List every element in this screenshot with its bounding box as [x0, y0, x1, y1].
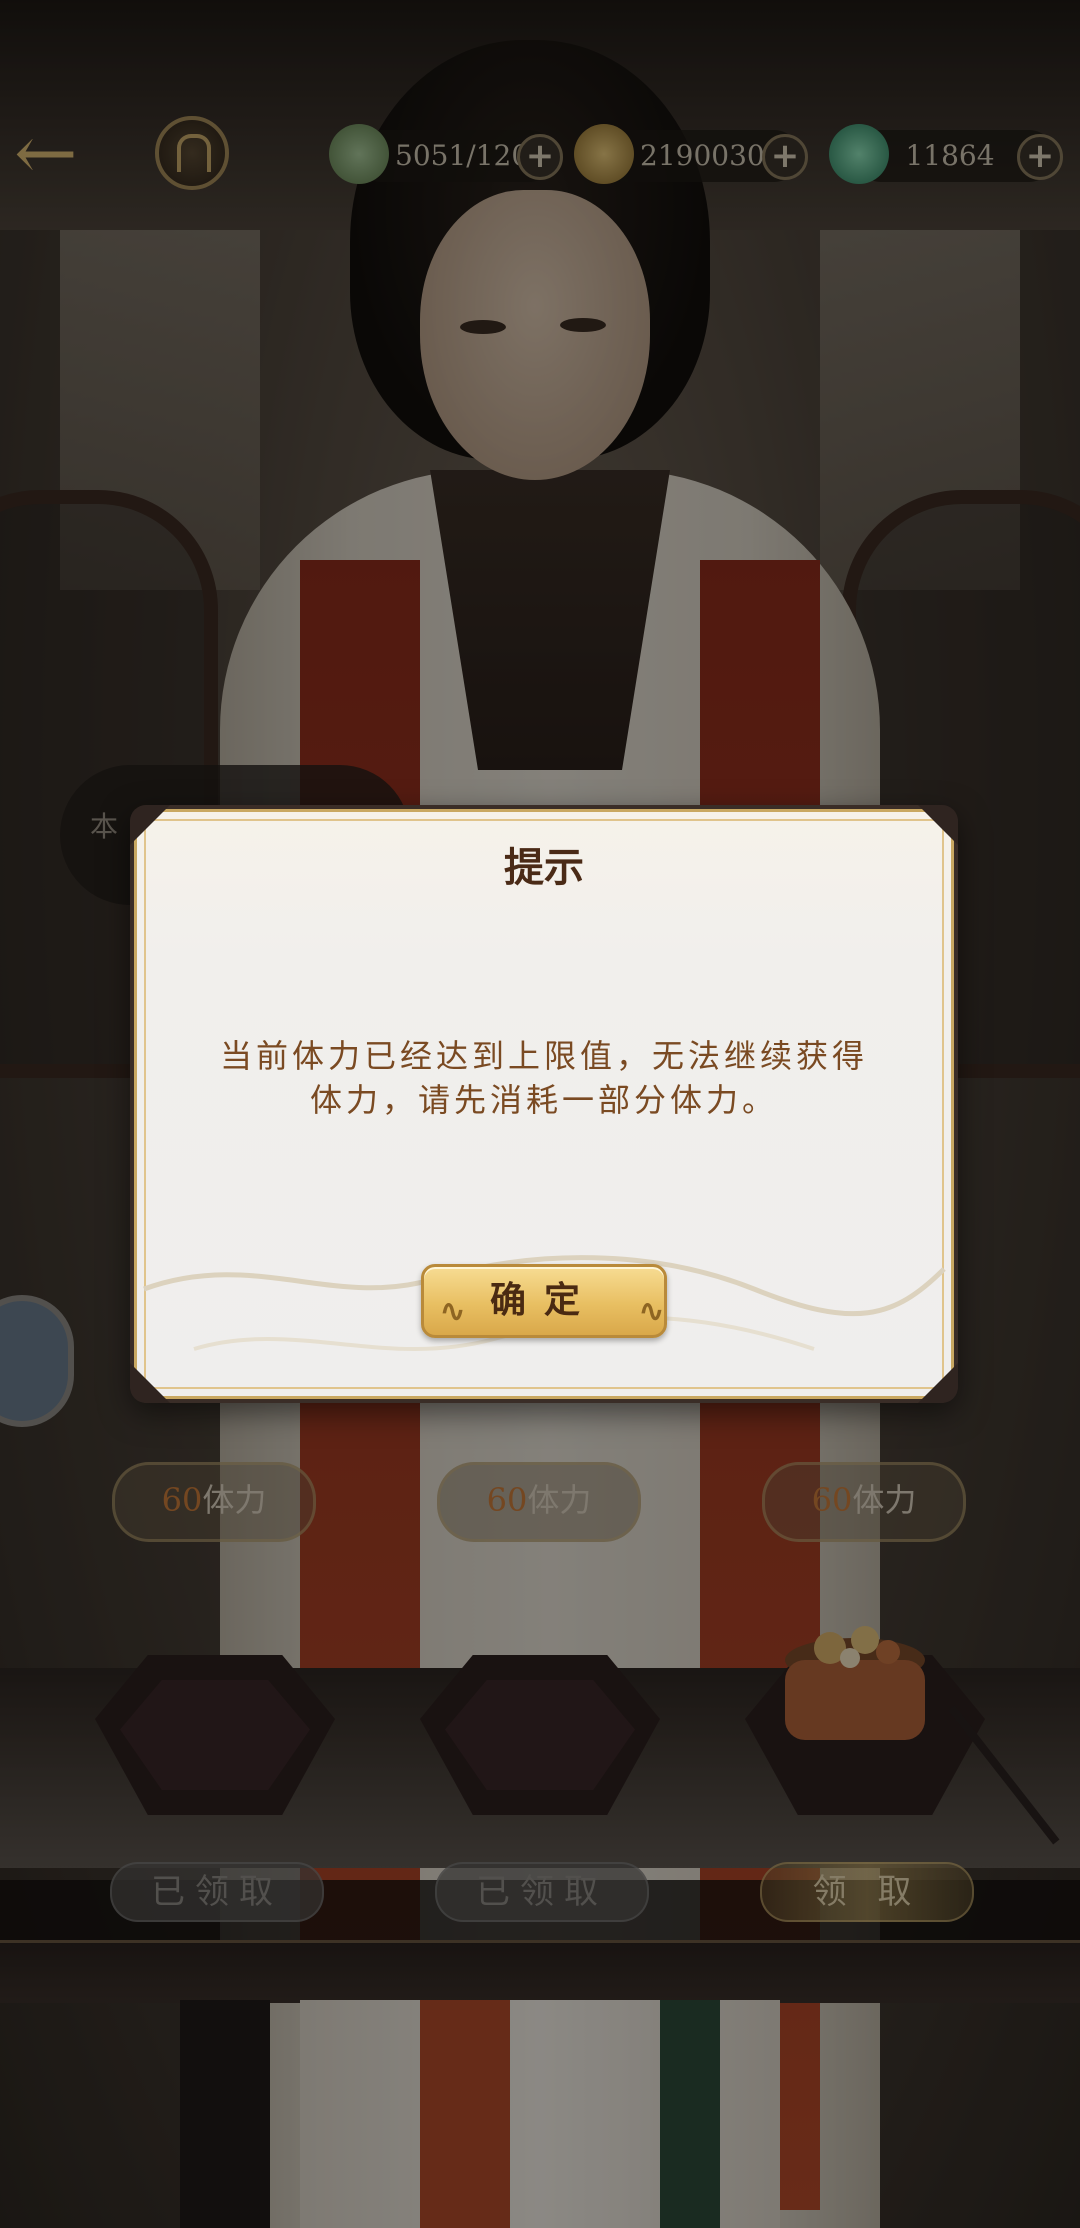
- confirm-label: 确定: [489, 1279, 598, 1321]
- swirl-icon-left: ∿: [440, 1294, 466, 1329]
- tip-dialog: 提示 当前体力已经达到上限值，无法继续获得体力，请先消耗一部分体力。 ∿ 确定 …: [130, 805, 958, 1403]
- swirl-icon-right: ∿: [638, 1294, 664, 1329]
- dialog-message: 当前体力已经达到上限值，无法继续获得体力，请先消耗一部分体力。: [219, 1037, 868, 1119]
- dialog-title: 提示: [504, 844, 584, 891]
- confirm-button[interactable]: ∿ 确定 ∿: [421, 1264, 667, 1338]
